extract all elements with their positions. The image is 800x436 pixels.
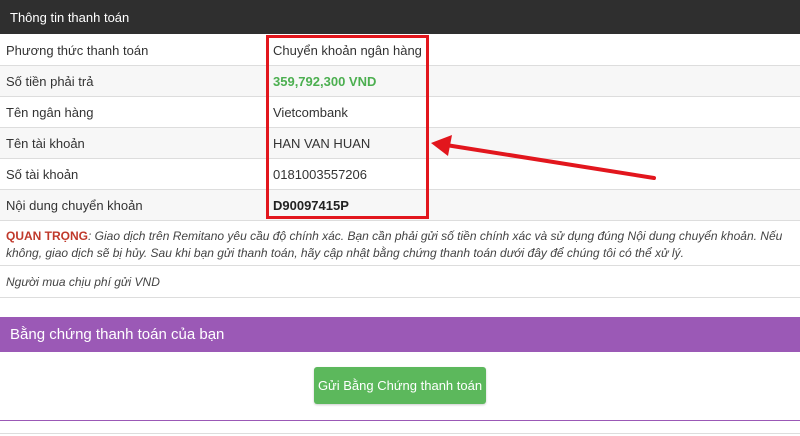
divider [0,433,800,434]
fee-note: Người mua chịu phí gửi VND [0,266,800,298]
important-label: QUAN TRỌNG [6,229,88,243]
important-note-text: : Giao dịch trên Remitano yêu cầu độ chí… [6,229,783,260]
submit-proof-button[interactable]: Gửi Bằng Chứng thanh toán [314,367,486,404]
fee-note-text: Người mua chịu phí gửi VND [6,275,160,289]
important-note: QUAN TRỌNG: Giao dịch trên Remitano yêu … [0,222,800,266]
payment-proof-title: Bằng chứng thanh toán của bạn [10,326,225,343]
divider [0,420,800,421]
payment-proof-header: Bằng chứng thanh toán của bạn [0,317,800,352]
